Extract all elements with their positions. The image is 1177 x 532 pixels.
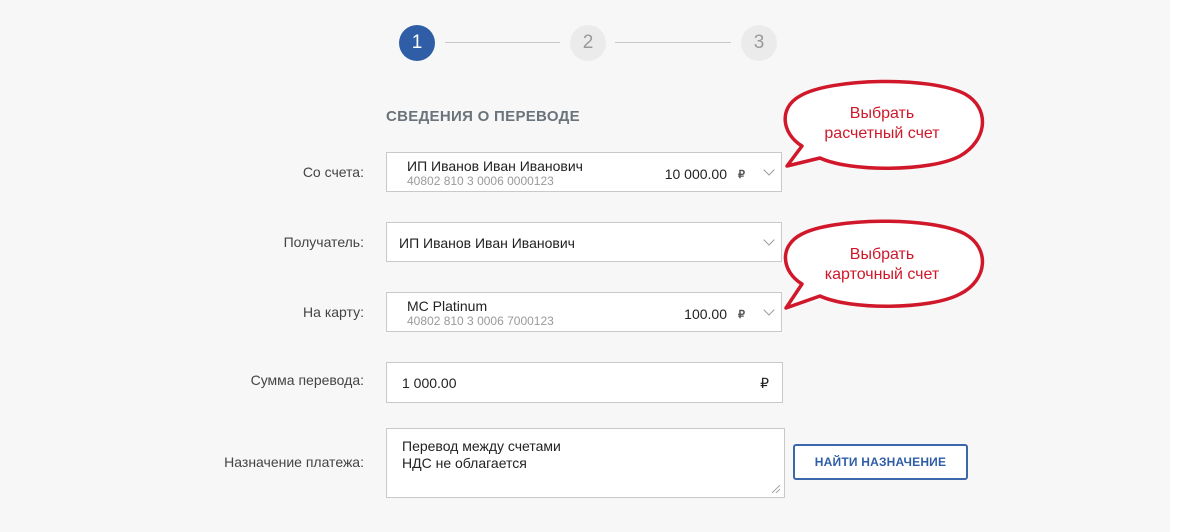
callout-line1: Выбрать bbox=[849, 105, 915, 122]
from-account-number: 40802 810 3 0006 0000123 bbox=[407, 174, 554, 188]
from-account-label: Со счета: bbox=[302, 164, 364, 180]
right-edge-strip bbox=[1170, 0, 1177, 532]
step-connector bbox=[445, 42, 560, 43]
find-purpose-button[interactable]: НАЙТИ НАЗНАЧЕНИЕ bbox=[793, 444, 968, 480]
chevron-down-icon[interactable] bbox=[763, 164, 775, 176]
ruble-icon: ₽ bbox=[738, 309, 745, 321]
to-card-balance: 100.00 bbox=[684, 306, 727, 322]
callout-line2: карточный счет bbox=[824, 266, 940, 283]
callout-line2: расчетный счет bbox=[824, 125, 940, 142]
to-card-label: На карту: bbox=[303, 304, 364, 320]
purpose-textarea[interactable]: Перевод между счетами НДС не облагается bbox=[386, 428, 785, 498]
to-card-name: MC Platinum bbox=[407, 298, 488, 314]
from-account-balance: 10 000.00 bbox=[664, 166, 727, 182]
recipient-value: ИП Иванов Иван Иванович bbox=[399, 235, 575, 251]
resize-handle-icon[interactable] bbox=[772, 485, 780, 493]
to-card-number: 40802 810 3 0006 7000123 bbox=[407, 314, 554, 328]
step-3[interactable]: 3 bbox=[741, 25, 777, 61]
recipient-label: Получатель: bbox=[283, 234, 364, 250]
ruble-icon: ₽ bbox=[738, 169, 745, 181]
step-1[interactable]: 1 bbox=[399, 25, 435, 61]
from-account-name: ИП Иванов Иван Иванович bbox=[407, 158, 583, 174]
ruble-icon: ₽ bbox=[760, 375, 769, 391]
amount-value: 1 000.00 bbox=[402, 375, 457, 391]
chevron-down-icon[interactable] bbox=[763, 234, 775, 246]
from-account-select[interactable]: ИП Иванов Иван Иванович 40802 810 3 0006… bbox=[386, 152, 782, 192]
callout-line1: Выбрать bbox=[849, 246, 915, 263]
step-connector bbox=[615, 42, 731, 43]
chevron-down-icon[interactable] bbox=[763, 304, 775, 316]
step-2[interactable]: 2 bbox=[570, 25, 606, 61]
purpose-label: Назначение платежа: bbox=[224, 454, 364, 470]
purpose-text: Перевод между счетами НДС не облагается bbox=[402, 438, 561, 471]
to-card-select[interactable]: MC Platinum 40802 810 3 0006 7000123 100… bbox=[386, 292, 782, 332]
amount-label: Сумма перевода: bbox=[250, 372, 364, 388]
section-title: СВЕДЕНИЯ О ПЕРЕВОДЕ bbox=[386, 108, 580, 125]
recipient-select[interactable]: ИП Иванов Иван Иванович bbox=[386, 222, 782, 262]
amount-input[interactable]: 1 000.00 ₽ bbox=[386, 362, 783, 403]
